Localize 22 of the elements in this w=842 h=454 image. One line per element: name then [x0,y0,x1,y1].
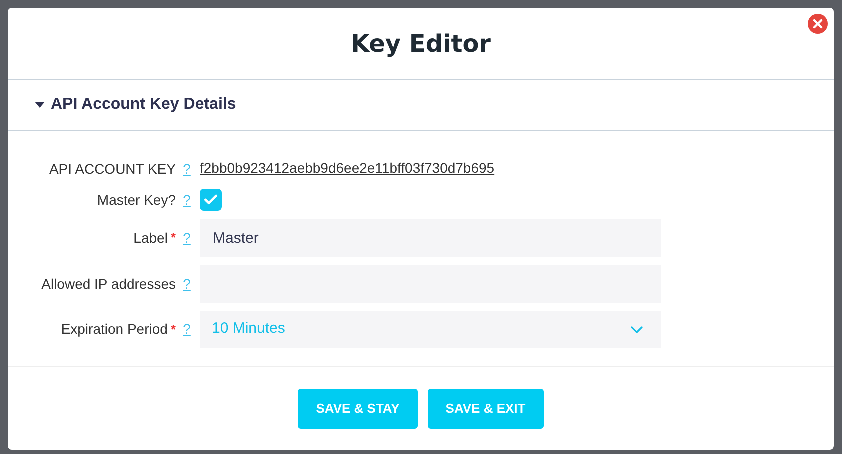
checkbox[interactable] [200,189,222,211]
close-icon[interactable] [808,14,828,34]
required-mark: * [170,229,176,248]
help-link[interactable]: ? [176,158,198,180]
section-header[interactable]: API Account Key Details [8,80,834,131]
field-label: Label [134,228,168,248]
input-field[interactable]: Master [200,219,661,257]
required-mark: * [170,320,176,339]
select-field[interactable]: 10 Minutes [200,311,661,348]
dialog-title: Key Editor [350,28,492,60]
help-link[interactable]: ? [176,319,198,340]
field-label: Allowed IP addresses [42,274,176,294]
help-link[interactable]: ? [176,274,198,294]
save-button[interactable]: SAVE & STAY [298,388,418,428]
field-label: Master Key? [97,190,176,210]
help-link[interactable]: ? [176,228,198,248]
field-label: API ACCOUNT KEY [49,160,176,178]
field-label: Expiration Period [61,320,168,339]
save-button[interactable]: SAVE & EXIT [428,388,544,428]
api-key-link[interactable]: f2bb0b923412aebb9d6ee2e11bff03f730d7b695 [200,160,495,176]
help-link[interactable]: ? [176,190,198,210]
caret-icon [35,102,45,108]
